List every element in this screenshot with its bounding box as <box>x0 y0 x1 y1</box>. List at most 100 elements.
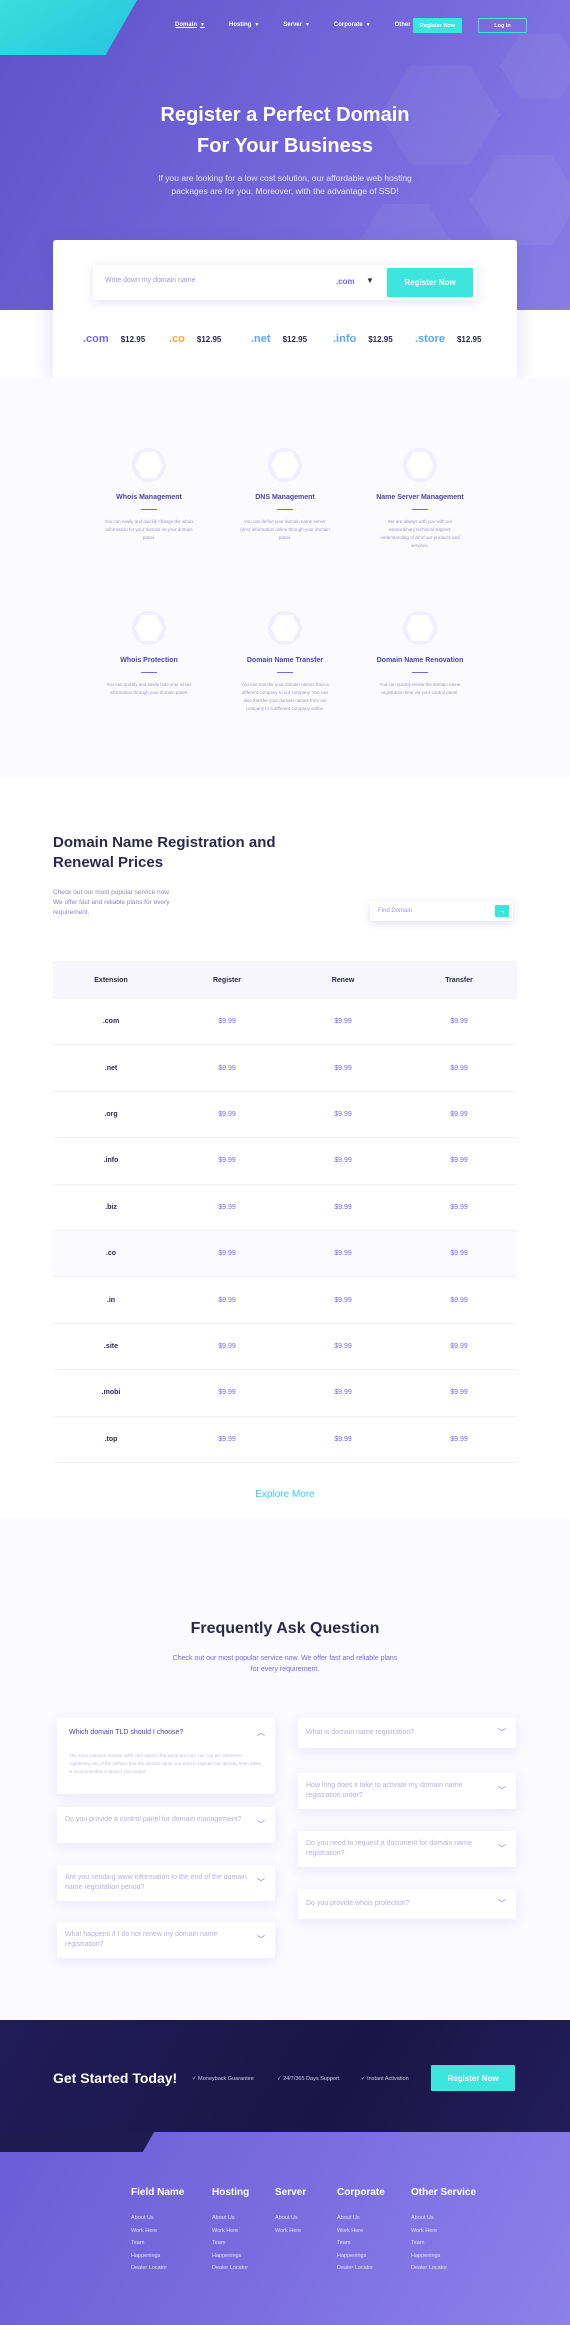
faq-question: Do you provide whois protection? <box>306 1900 410 1907</box>
cell-price: $9.99 <box>334 1064 352 1072</box>
column-header: Register <box>212 976 241 984</box>
chevron-down-icon: ▼ <box>200 22 205 28</box>
chevron-down-icon[interactable]: ﹀ <box>498 1785 506 1796</box>
cell-extension: .com <box>102 1018 120 1026</box>
faq-question: Are you sending www information to the e… <box>65 1874 247 1891</box>
footer-column: Other Service About Us Work Here Team Happen… <box>411 2187 476 2275</box>
faq-question: What happens if I do not renew my domain… <box>65 1931 218 1948</box>
footer-column: Server About Us Work Here <box>275 2187 306 2237</box>
footer-link[interactable]: About Us <box>212 2212 249 2225</box>
divider <box>141 509 157 510</box>
tld-price-item[interactable]: .info $12.95 <box>333 333 393 345</box>
check-label: 24/7/365 Days Support <box>283 2076 340 2082</box>
footer-link[interactable]: Work Here <box>212 2225 249 2238</box>
footer-link[interactable]: Happenings <box>212 2250 249 2263</box>
footer-link[interactable]: Work Here <box>337 2225 385 2238</box>
tld-price: $12.95 <box>196 335 222 344</box>
faq-item[interactable]: Do you provide a control panel for domai… <box>57 1807 275 1843</box>
faq-item[interactable]: Do you need to request a document for do… <box>298 1831 516 1867</box>
chevron-down-icon[interactable]: ﹀ <box>257 1934 265 1945</box>
hex-decoration <box>470 155 570 245</box>
cell-price: $9.99 <box>334 1157 352 1165</box>
nav-item-corporate[interactable]: Corporate ▼ <box>334 22 371 28</box>
check-label: Instant Activation <box>367 2076 409 2082</box>
feature-text: You can easily and quickly change the wh… <box>104 519 194 540</box>
footer-link[interactable]: Work Here <box>411 2225 476 2238</box>
footer-link[interactable]: Team <box>212 2237 249 2250</box>
footer-link[interactable]: Team <box>131 2237 184 2250</box>
chevron-down-icon[interactable]: ﹀ <box>498 1898 506 1909</box>
footer-link[interactable]: About Us <box>337 2212 385 2225</box>
register-now-button[interactable]: Register Now <box>413 18 462 33</box>
feature-card: Whois Protection You can quickly and eas… <box>74 611 224 697</box>
find-domain-input[interactable]: Find Domain <box>378 908 412 914</box>
footer-link[interactable]: About Us <box>131 2212 184 2225</box>
cell-price: $9.99 <box>450 1157 468 1165</box>
faq-item[interactable]: Are you sending www information to the e… <box>57 1865 275 1901</box>
footer-column-title: Hosting <box>212 2187 250 2198</box>
cell-extension: .in <box>106 1296 116 1304</box>
chevron-down-icon[interactable]: ﹀ <box>498 1843 506 1854</box>
faq-item[interactable]: What happens if I do not renew my domain… <box>57 1922 275 1958</box>
cta-register-button[interactable]: Register Now <box>431 2065 515 2091</box>
faq-item[interactable]: Do you provide whois protection? ﹀ <box>298 1889 516 1919</box>
footer-link[interactable]: About Us <box>275 2212 306 2225</box>
faq-item[interactable]: How long does it take to activate my dom… <box>298 1773 516 1809</box>
table-header: Extension Register Renew Transfer <box>53 961 517 999</box>
login-button[interactable]: Log In <box>478 18 527 33</box>
cell-price: $9.99 <box>218 1342 236 1350</box>
nav-item-hosting[interactable]: Hosting ▼ <box>229 22 259 28</box>
nav-item-domain[interactable]: Domain ▼ <box>175 22 205 28</box>
tld-price-item[interactable]: .net $12.95 <box>251 333 307 345</box>
footer-link[interactable]: Dealer Locator <box>337 2262 385 2275</box>
footer-link[interactable]: Dealer Locator <box>131 2262 184 2275</box>
footer-link[interactable]: Happenings <box>337 2250 385 2263</box>
footer-link[interactable]: Team <box>411 2237 476 2250</box>
chevron-down-icon[interactable]: ﹀ <box>257 1819 265 1830</box>
tld-ext: .net <box>251 333 271 345</box>
nav-item-server[interactable]: Server ▼ <box>283 22 310 28</box>
chevron-down-icon: ▼ <box>254 22 260 28</box>
search-register-button[interactable]: Register Now <box>387 268 473 297</box>
cell-price: $9.99 <box>334 1389 352 1397</box>
cell-extension: .net <box>104 1064 118 1072</box>
domain-search-input[interactable]: Write down my domain name <box>105 277 196 284</box>
footer-link[interactable]: Dealer Locator <box>212 2262 249 2275</box>
footer-link[interactable]: Dealer Locator <box>411 2262 476 2275</box>
footer-decoration <box>0 2132 178 2152</box>
footer-column-title: Other Service <box>411 2187 477 2198</box>
tld-price-item[interactable]: .store $12.95 <box>415 333 481 345</box>
nav-label: Hosting <box>228 22 252 28</box>
feature-title: Domain Name Transfer <box>246 657 324 664</box>
chevron-up-icon[interactable]: ︿ <box>257 1727 265 1738</box>
hex-decoration <box>500 33 570 99</box>
nav-label: Other <box>394 22 411 28</box>
chevron-down-icon[interactable]: ﹀ <box>257 1877 265 1888</box>
footer-column-title: Corporate <box>337 2187 385 2198</box>
cell-extension: .info <box>103 1157 119 1165</box>
caret-down-icon[interactable]: ▼ <box>366 276 374 285</box>
footer-column: Hosting About Us Work Here Team Happenings De… <box>212 2187 249 2275</box>
cell-price: $9.99 <box>218 1157 236 1165</box>
tld-select[interactable]: .com <box>336 277 355 286</box>
faq-item[interactable]: What is domain name registration? ﹀ <box>298 1718 516 1748</box>
cell-price: $9.99 <box>450 1342 468 1350</box>
domain-search-box: Write down my domain name .com ▼ Registe… <box>93 265 477 300</box>
check-item: ✓ Instant Activation <box>361 2076 409 2082</box>
footer-link[interactable]: Happenings <box>411 2250 476 2263</box>
footer-link[interactable]: Work Here <box>275 2225 306 2238</box>
footer-link[interactable]: Happenings <box>131 2250 184 2263</box>
footer-link[interactable]: Team <box>337 2237 385 2250</box>
chevron-down-icon[interactable]: ﹀ <box>498 1727 506 1738</box>
arrow-right-icon[interactable]: → <box>495 905 509 917</box>
faq-item[interactable]: Which domain TLD should I choose? ︿ The … <box>57 1718 275 1794</box>
footer-link[interactable]: About Us <box>411 2212 476 2225</box>
tld-price-item[interactable]: .co $12.95 <box>169 333 221 345</box>
footer-link[interactable]: Work Here <box>131 2225 184 2238</box>
cell-extension: .org <box>104 1110 118 1118</box>
explore-more-link[interactable]: Explore More <box>0 1489 570 1500</box>
cta-title: Get Started Today! <box>53 2070 178 2086</box>
table-row: .co $9.99 $9.99 $9.99 <box>53 1230 517 1278</box>
tld-price-item[interactable]: .com $12.95 <box>83 333 145 345</box>
pricing-description: Check out our most popular service now. … <box>53 889 171 916</box>
